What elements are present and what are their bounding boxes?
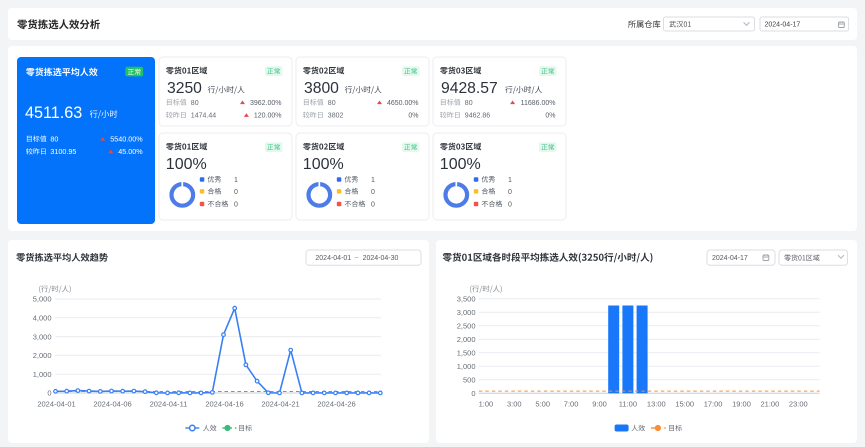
svg-text:1,000: 1,000 [33, 370, 52, 379]
svg-text:80: 80 [191, 100, 199, 107]
svg-text:15:00: 15:00 [675, 400, 694, 409]
svg-text:7:00: 7:00 [564, 400, 579, 409]
svg-text:2024-04-26: 2024-04-26 [317, 400, 355, 409]
svg-text:2024-04-30: 2024-04-30 [363, 255, 399, 262]
svg-text:17:00: 17:00 [704, 400, 723, 409]
svg-text:5,000: 5,000 [33, 295, 52, 304]
svg-text:3,000: 3,000 [33, 332, 52, 341]
svg-text:3250: 3250 [167, 80, 202, 97]
svg-text:0%: 0% [545, 113, 555, 120]
svg-text:1: 1 [234, 177, 238, 184]
svg-text:0: 0 [371, 201, 375, 208]
svg-text:11:00: 11:00 [619, 400, 637, 409]
svg-text:2024-04-16: 2024-04-16 [205, 400, 243, 409]
svg-text:2024-04-06: 2024-04-06 [93, 400, 131, 409]
svg-text:4650.00%: 4650.00% [387, 100, 419, 107]
svg-text:11686.00%: 11686.00% [521, 100, 556, 107]
svg-text:1: 1 [371, 177, 375, 184]
svg-text:9462.86: 9462.86 [465, 113, 490, 120]
svg-text:19:00: 19:00 [732, 400, 751, 409]
svg-text:3,500: 3,500 [457, 294, 476, 303]
svg-text:2,000: 2,000 [33, 351, 52, 360]
svg-text:13:00: 13:00 [647, 400, 666, 409]
svg-text:1474.44: 1474.44 [191, 113, 216, 120]
svg-text:3802: 3802 [328, 113, 344, 120]
svg-text:500: 500 [463, 376, 476, 385]
svg-text:100%: 100% [303, 156, 344, 173]
svg-text:23:00: 23:00 [789, 400, 808, 409]
svg-text:80: 80 [328, 100, 336, 107]
svg-text:1:00: 1:00 [479, 400, 494, 409]
svg-text:4,000: 4,000 [33, 314, 52, 323]
svg-text:2024-04-21: 2024-04-21 [261, 400, 299, 409]
svg-text:1,500: 1,500 [457, 349, 476, 358]
svg-text:0: 0 [508, 201, 512, 208]
svg-text:5:00: 5:00 [535, 400, 550, 409]
svg-text:3100.95: 3100.95 [50, 147, 76, 156]
svg-text:~: ~ [355, 255, 359, 262]
svg-text:0: 0 [234, 201, 238, 208]
svg-text:100%: 100% [166, 156, 207, 173]
svg-text:9:00: 9:00 [592, 400, 607, 409]
svg-text:80: 80 [50, 134, 58, 143]
svg-text:3962.00%: 3962.00% [250, 100, 282, 107]
svg-text:4511.63: 4511.63 [25, 104, 82, 122]
svg-text:2024-04-11: 2024-04-11 [150, 400, 188, 409]
svg-text:2,500: 2,500 [457, 321, 476, 330]
svg-text:0: 0 [471, 389, 475, 398]
svg-text:21:00: 21:00 [761, 400, 780, 409]
svg-text:1: 1 [508, 177, 512, 184]
svg-text:3,000: 3,000 [457, 308, 476, 317]
svg-text:120.00%: 120.00% [254, 113, 282, 120]
svg-text:0: 0 [371, 189, 375, 196]
svg-text:100%: 100% [440, 156, 481, 173]
svg-text:0: 0 [234, 189, 238, 196]
svg-text:0: 0 [47, 389, 51, 398]
svg-text:45.00%: 45.00% [118, 147, 143, 156]
svg-text:2,000: 2,000 [457, 335, 476, 344]
svg-text:2024-04-17: 2024-04-17 [712, 255, 748, 262]
svg-text:2024-04-17: 2024-04-17 [765, 22, 801, 29]
svg-text:3:00: 3:00 [507, 400, 522, 409]
svg-text:1,000: 1,000 [457, 362, 476, 371]
svg-text:80: 80 [465, 100, 473, 107]
svg-text:5540.00%: 5540.00% [110, 134, 143, 143]
svg-text:3800: 3800 [304, 80, 339, 97]
svg-text:2024-04-01: 2024-04-01 [315, 255, 351, 262]
svg-text:2024-04-01: 2024-04-01 [37, 400, 75, 409]
svg-text:0: 0 [508, 189, 512, 196]
svg-text:0%: 0% [408, 113, 418, 120]
svg-text:9428.57: 9428.57 [441, 80, 498, 97]
